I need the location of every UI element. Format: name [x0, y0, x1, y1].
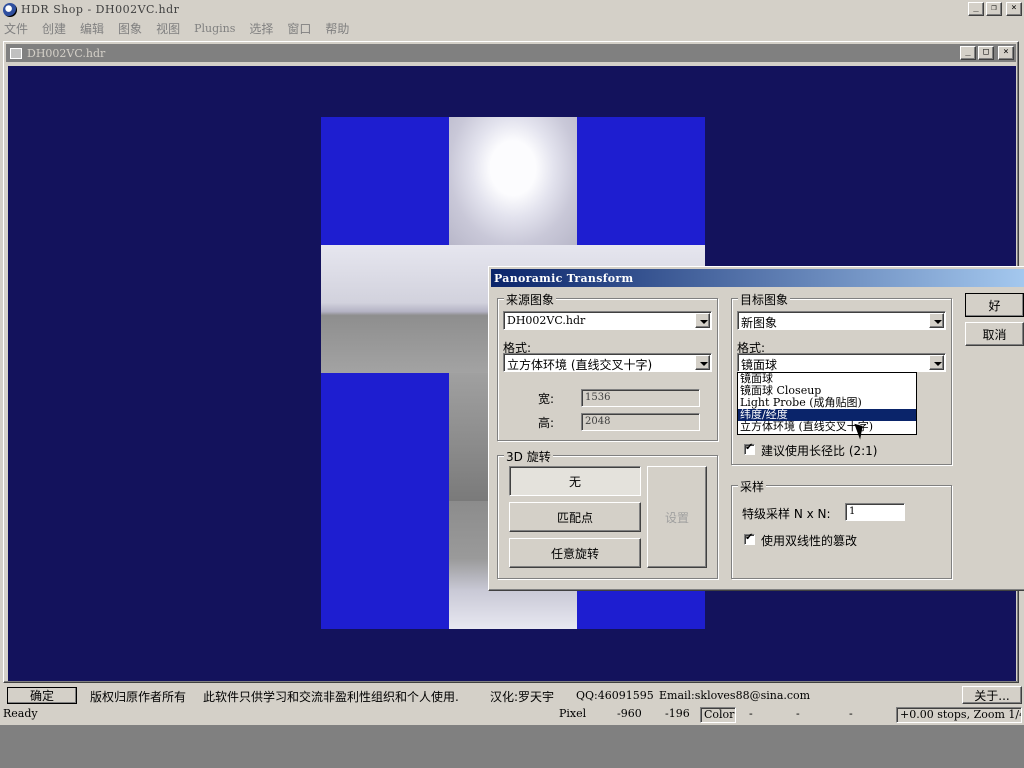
copyright-text: 版权归原作者所有 — [90, 690, 187, 704]
supersample-input[interactable]: 1 — [845, 503, 905, 521]
cubemap-empty-face — [321, 501, 449, 629]
menu-bar: 文件 创建 编辑 图象 视图 Plugins 选择 窗口 帮助 — [0, 19, 1024, 38]
supersample-value: 1 — [849, 506, 856, 517]
source-format-value: 立方体环境 (直线交叉十字) — [507, 358, 653, 372]
localized-by-text: 汉化:罗天宇 — [490, 690, 555, 704]
menu-edit[interactable]: 编辑 — [80, 20, 104, 37]
source-image-value: DH002VC.hdr — [507, 314, 586, 327]
color-g-value: - — [796, 707, 800, 720]
status-ready: Ready — [3, 707, 38, 720]
pixel-label: Pixel — [559, 707, 587, 720]
app-title-bar: HDR Shop - DH002VC.hdr _ ❐ × — [0, 0, 1024, 19]
menu-file[interactable]: 文件 — [4, 20, 28, 37]
menu-image[interactable]: 图象 — [118, 20, 142, 37]
menu-help[interactable]: 帮助 — [325, 20, 349, 37]
chevron-down-icon[interactable] — [929, 313, 944, 328]
target-image-select[interactable]: 新图象 — [737, 311, 946, 330]
chevron-down-icon[interactable] — [929, 355, 944, 370]
document-title-bar[interactable]: DH002VC.hdr _ □ × — [6, 44, 1016, 62]
sampling-legend: 采样 — [738, 478, 767, 495]
about-button[interactable]: 关于... — [962, 686, 1022, 704]
rotation-arbitrary-button[interactable]: 任意旋转 — [509, 538, 641, 568]
bilinear-checkbox[interactable] — [744, 532, 755, 545]
menu-plugins[interactable]: Plugins — [194, 22, 235, 35]
aspect-ratio-checkbox[interactable] — [744, 442, 755, 455]
supersample-label: 特级采样 N x N: — [742, 507, 831, 521]
cubemap-empty-face — [321, 117, 449, 245]
rotation-none-button[interactable]: 无 — [509, 466, 641, 496]
qq-text: QQ:46091595 — [576, 689, 654, 702]
doc-close-button[interactable]: × — [998, 46, 1014, 60]
source-image-select[interactable]: DH002VC.hdr — [503, 311, 712, 330]
pixel-x-value: -960 — [617, 707, 642, 720]
source-format-select[interactable]: 立方体环境 (直线交叉十字) — [503, 353, 712, 372]
ok-button[interactable]: 好 — [965, 293, 1024, 317]
target-format-value: 镜面球 — [741, 358, 778, 372]
app-caption-buttons: _ ❐ × — [968, 2, 1022, 16]
cubemap-empty-face — [321, 373, 449, 501]
document-icon — [10, 47, 22, 59]
color-b-value: - — [849, 707, 853, 720]
dialog-title-bar[interactable]: Panoramic Transform — [491, 269, 1024, 287]
chevron-down-icon[interactable] — [695, 355, 710, 370]
notice-text: 此软件只供学习和交流非盈利性组织和个人使用. — [203, 690, 459, 704]
height-value: 2048 — [585, 416, 611, 427]
rotation-setup-button[interactable]: 设置 — [647, 466, 707, 568]
target-image-legend: 目标图象 — [738, 291, 791, 308]
menu-window[interactable]: 窗口 — [287, 20, 311, 37]
color-label: Color — [700, 707, 736, 723]
target-format-dropdown: 镜面球 镜面球 Closeup Light Probe (成角贴图) 纬度/经度… — [737, 372, 917, 435]
width-value: 1536 — [585, 392, 611, 403]
cubemap-empty-face — [577, 117, 705, 245]
format-option-cube-cross[interactable]: 立方体环境 (直线交叉十字) — [738, 421, 916, 433]
cubemap-left-face — [321, 245, 449, 373]
pixel-y-value: -196 — [665, 707, 690, 720]
menu-select[interactable]: 选择 — [249, 20, 273, 37]
menu-view[interactable]: 视图 — [156, 20, 180, 37]
target-format-select[interactable]: 镜面球 — [737, 353, 946, 372]
dialog-title: Panoramic Transform — [494, 271, 634, 285]
app-logo-icon — [3, 2, 17, 17]
document-title: DH002VC.hdr — [27, 46, 106, 60]
email-text: Email:skloves88@sina.com — [659, 689, 811, 702]
rotation-match-points-button[interactable]: 匹配点 — [509, 502, 641, 532]
restore-button[interactable]: ❐ — [986, 2, 1002, 16]
cancel-button[interactable]: 取消 — [965, 322, 1024, 346]
cubemap-top-face — [449, 117, 577, 245]
target-image-value: 新图象 — [741, 316, 778, 330]
minimize-button[interactable]: _ — [968, 2, 984, 16]
source-image-legend: 来源图象 — [504, 291, 557, 308]
height-field: 2048 — [581, 413, 700, 431]
exposure-zoom-readout: +0.00 stops, Zoom 1/4 — [896, 707, 1022, 723]
menu-create[interactable]: 创建 — [42, 20, 66, 37]
info-bar: 确定 版权归原作者所有 此软件只供学习和交流非盈利性组织和个人使用. 汉化:罗天… — [0, 685, 1024, 705]
close-button[interactable]: × — [1006, 2, 1022, 16]
doc-maximize-button[interactable]: □ — [978, 46, 994, 60]
doc-minimize-button[interactable]: _ — [960, 46, 976, 60]
color-r-value: - — [749, 707, 753, 720]
bilinear-label: 使用双线性的篡改 — [761, 534, 858, 548]
aspect-ratio-label: 建议使用长径比 (2:1) — [761, 444, 878, 458]
confirm-button[interactable]: 确定 — [7, 687, 77, 704]
document-caption-buttons: _ □ × — [960, 46, 1014, 60]
height-label: 高: — [538, 416, 555, 430]
status-bar: Ready Pixel -960 -196 Color - - - +0.00 … — [0, 705, 1024, 725]
chevron-down-icon[interactable] — [695, 313, 710, 328]
width-label: 宽: — [538, 392, 555, 406]
width-field: 1536 — [581, 389, 700, 407]
rotation-legend: 3D 旋转 — [504, 448, 553, 465]
app-title: HDR Shop - DH002VC.hdr — [21, 3, 180, 16]
